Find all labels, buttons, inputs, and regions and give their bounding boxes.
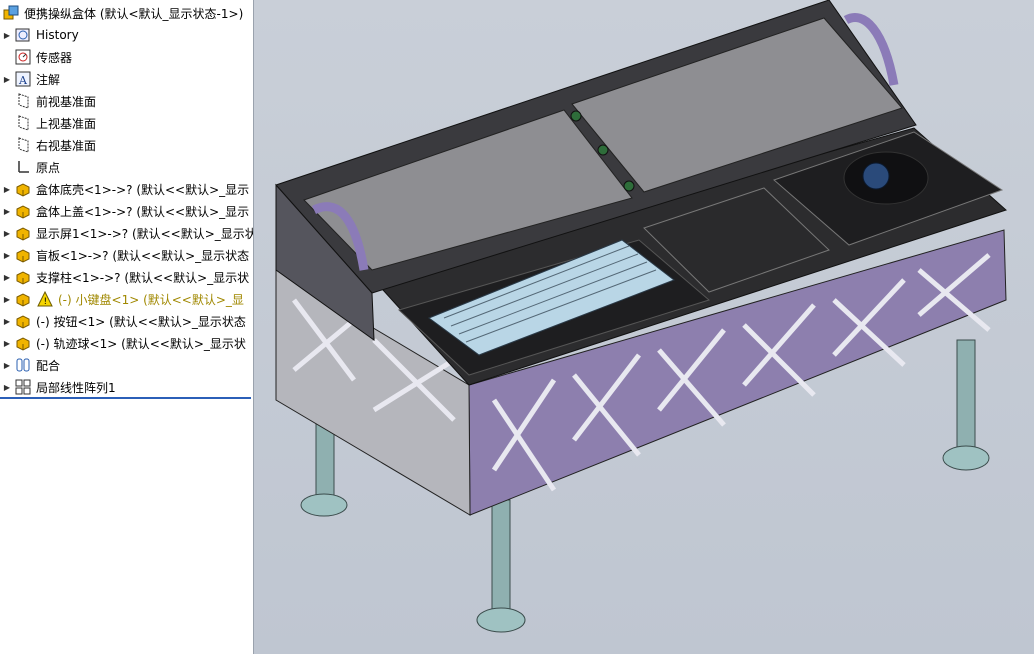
expand-arrow-icon[interactable]: ▶ — [0, 207, 14, 216]
tree-item-label: 右视基准面 — [36, 138, 97, 153]
expand-arrow-icon[interactable]: ▶ — [0, 185, 14, 194]
button-1 — [570, 110, 582, 122]
part-icon — [14, 312, 32, 330]
expand-arrow-icon[interactable]: ▶ — [0, 361, 14, 370]
graphics-viewport[interactable] — [254, 0, 1034, 654]
tree-item[interactable]: 右视基准面 — [0, 134, 253, 156]
tree-item[interactable]: 前视基准面 — [0, 90, 253, 112]
tree-item-label: 原点 — [36, 160, 61, 175]
history-icon — [14, 26, 32, 44]
tree-item-label: 盲板<1>->? (默认<<默认>_显示状态 — [36, 248, 250, 263]
tree-item[interactable]: ▶ History — [0, 24, 253, 46]
tree-item[interactable]: ▶! (-) 小键盘<1> (默认<<默认>_显 — [0, 288, 253, 310]
plane-icon — [14, 92, 32, 110]
tree-item-label: 配合 — [36, 358, 61, 373]
tree-item[interactable]: 传感器 — [0, 46, 253, 68]
part-icon — [14, 268, 32, 286]
tree-item[interactable]: ▶ 盒体上盖<1>->? (默认<<默认>_显示 — [0, 200, 253, 222]
sensor-icon — [14, 48, 32, 66]
part-icon — [14, 180, 32, 198]
tree-item-label: 支撑柱<1>->? (默认<<默认>_显示状 — [36, 270, 250, 285]
tree-item[interactable]: ▶ 盒体底壳<1>->? (默认<<默认>_显示 — [0, 178, 253, 200]
tree-root-label: 便携操纵盒体 (默认<默认_显示状态-1>) — [24, 6, 244, 21]
tree-item-label: 显示屏1<1>->? (默认<<默认>_显示状 — [36, 226, 253, 241]
svg-text:A: A — [18, 74, 28, 87]
tree-item[interactable]: ▶ A 注解 — [0, 68, 253, 90]
tree-item[interactable]: ▶ 显示屏1<1>->? (默认<<默认>_显示状 — [0, 222, 253, 244]
expand-arrow-icon[interactable]: ▶ — [0, 317, 14, 326]
expand-arrow-icon[interactable]: ▶ — [0, 251, 14, 260]
expand-arrow-icon[interactable]: ▶ — [0, 295, 14, 304]
tree-item[interactable]: ▶ 盲板<1>->? (默认<<默认>_显示状态 — [0, 244, 253, 266]
part-icon — [14, 224, 32, 242]
expand-arrow-icon[interactable]: ▶ — [0, 31, 14, 40]
tree-item[interactable]: 上视基准面 — [0, 112, 253, 134]
pattern-icon — [14, 378, 32, 396]
tree-root[interactable]: 便携操纵盒体 (默认<默认_显示状态-1>) — [0, 2, 253, 24]
plane-icon — [14, 114, 32, 132]
tree-item-label: History — [36, 28, 79, 42]
tree-item-label: 上视基准面 — [36, 116, 97, 131]
tree-item-label: 局部线性阵列1 — [36, 380, 116, 395]
model-render — [275, 0, 1007, 633]
mates-icon — [14, 356, 32, 374]
tree-item-label: 传感器 — [36, 50, 73, 65]
origin-icon — [14, 158, 32, 176]
rollback-bar[interactable] — [0, 397, 251, 399]
feature-manager-tree: 便携操纵盒体 (默认<默认_显示状态-1>) ▶ History 传感器 ▶ A 注解前视… — [0, 0, 254, 654]
button-3 — [623, 180, 635, 192]
warning-icon: ! — [36, 290, 54, 308]
annotation-icon: A — [14, 70, 32, 88]
expand-arrow-icon[interactable]: ▶ — [0, 273, 14, 282]
tree-item[interactable]: ▶ 配合 — [0, 354, 253, 376]
tree-item-label: (-) 按钮<1> (默认<<默认>_显示状态 — [36, 314, 246, 329]
tree-item-label: 注解 — [36, 72, 61, 87]
trackball — [862, 162, 890, 190]
expand-arrow-icon[interactable]: ▶ — [0, 75, 14, 84]
tree-item[interactable]: ▶ (-) 按钮<1> (默认<<默认>_显示状态 — [0, 310, 253, 332]
tree-item-label: 前视基准面 — [36, 94, 97, 109]
expand-arrow-icon[interactable]: ▶ — [0, 339, 14, 348]
tree-item[interactable]: ▶ 局部线性阵列1 — [0, 376, 253, 398]
plane-icon — [14, 136, 32, 154]
tree-item-label: 盒体上盖<1>->? (默认<<默认>_显示 — [36, 204, 250, 219]
part-icon — [14, 290, 32, 308]
tree-item-label: 盒体底壳<1>->? (默认<<默认>_显示 — [36, 182, 250, 197]
expand-arrow-icon[interactable]: ▶ — [0, 383, 14, 392]
expand-arrow-icon[interactable]: ▶ — [0, 229, 14, 238]
button-2 — [597, 144, 609, 156]
tree-item[interactable]: ▶ 支撑柱<1>->? (默认<<默认>_显示状 — [0, 266, 253, 288]
tree-item[interactable]: 原点 — [0, 156, 253, 178]
part-icon — [14, 334, 32, 352]
svg-text:!: ! — [44, 297, 48, 307]
tree-item[interactable]: ▶ (-) 轨迹球<1> (默认<<默认>_显示状 — [0, 332, 253, 354]
assembly-icon — [2, 4, 20, 22]
part-icon — [14, 246, 32, 264]
part-icon — [14, 202, 32, 220]
tree-item-label: (-) 轨迹球<1> (默认<<默认>_显示状 — [36, 336, 246, 351]
tree-item-label: (-) 小键盘<1> (默认<<默认>_显 — [58, 292, 244, 307]
